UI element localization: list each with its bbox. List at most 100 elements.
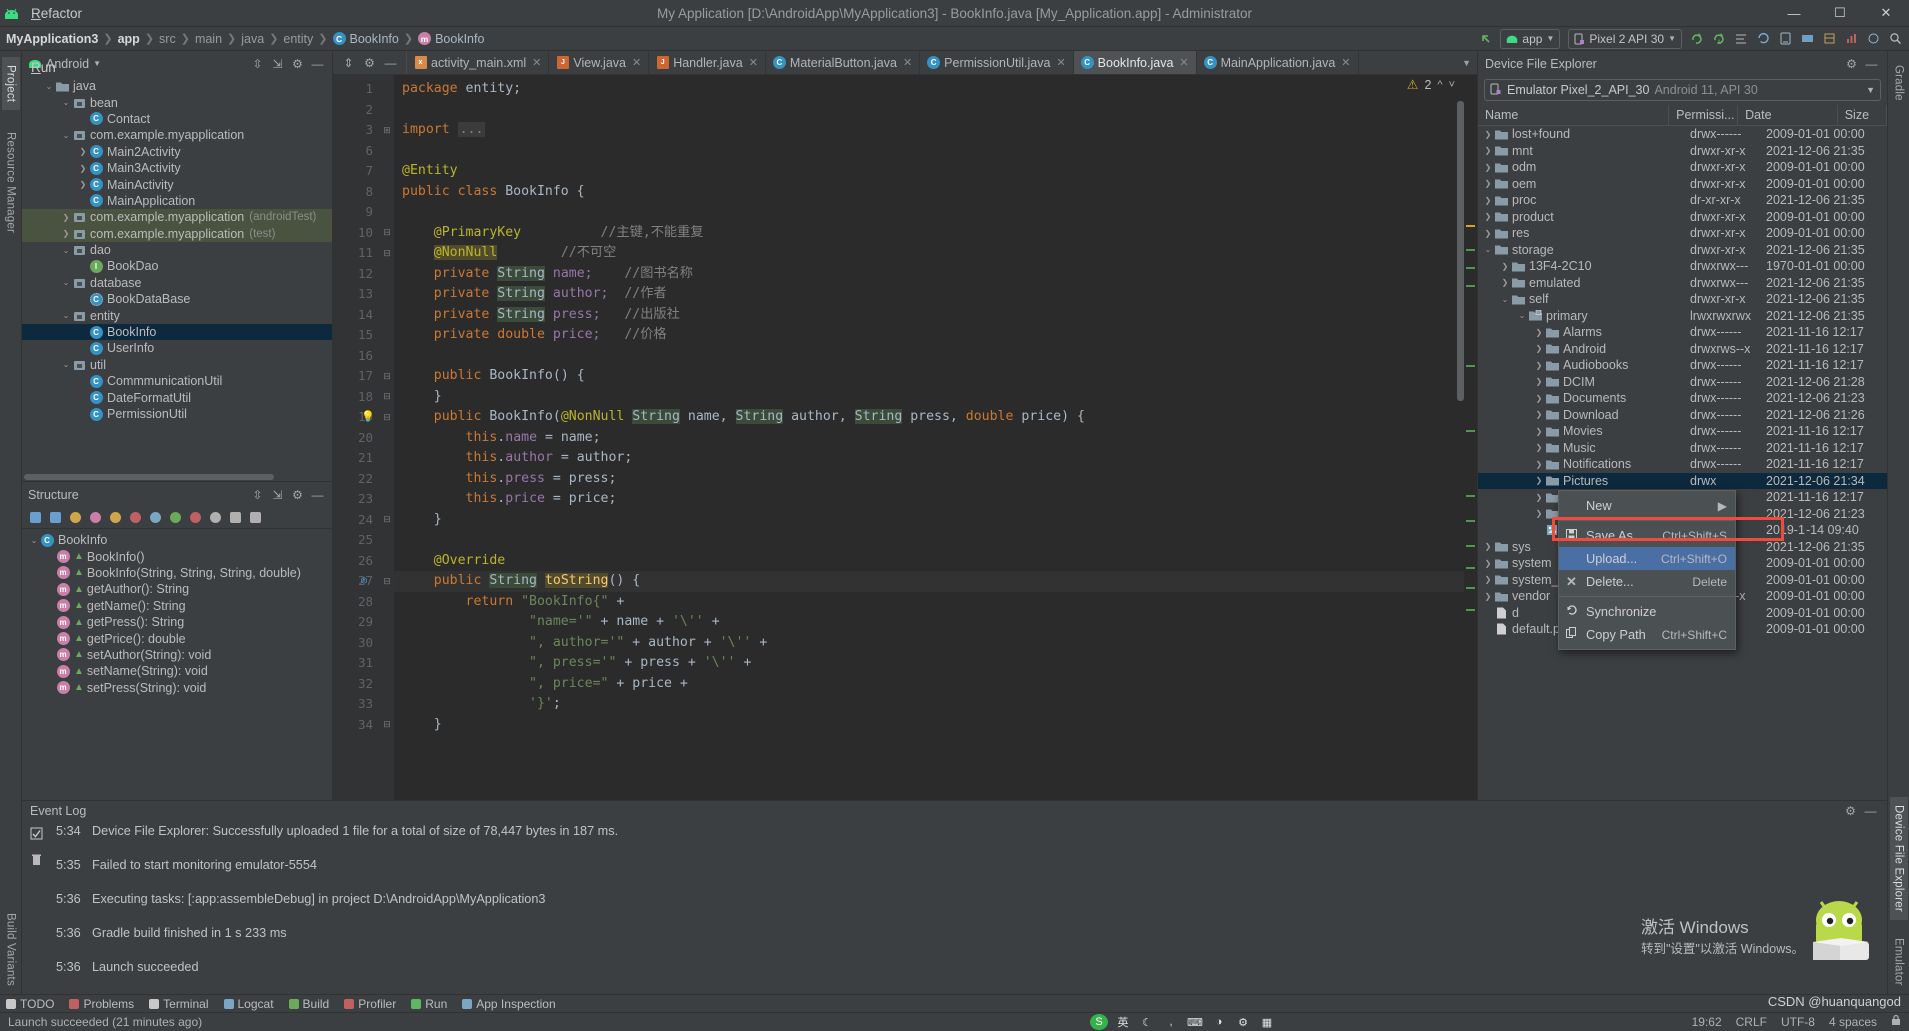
structure-item-setname-string-void[interactable]: m ▲ setName(String): void <box>22 663 332 679</box>
debug-icon[interactable]: A <box>1709 29 1729 49</box>
next-problem-icon[interactable]: ˅ <box>1449 79 1455 91</box>
project-tree-item-database[interactable]: ⌄ database <box>22 275 332 291</box>
dfe-row-product[interactable]: ❯ product drwxr-xr-x 2009-01-01 00:00 4 KB <box>1478 209 1887 226</box>
tree-expander-icon[interactable] <box>1533 524 1545 536</box>
tree-expander-icon[interactable]: ❯ <box>1482 178 1494 190</box>
back-arrow-icon[interactable] <box>1475 29 1495 49</box>
context-menu-item-delete-[interactable]: ✕ Delete... Delete <box>1559 570 1735 593</box>
dfe-column-name[interactable]: Name <box>1478 104 1670 126</box>
project-hscrollbar[interactable] <box>22 473 332 481</box>
fold-marker[interactable] <box>380 469 394 490</box>
hide-panel-icon[interactable]: — <box>1863 55 1880 72</box>
bottom-tool-problems[interactable]: Problems <box>69 997 134 1011</box>
dfe-row-proc[interactable]: ❯ proc dr-xr-xr-x 2021-12-06 21:35 0 B <box>1478 192 1887 209</box>
dfe-row-notifications[interactable]: ❯ Notifications drwx------ 2021-11-16 12:17… <box>1478 456 1887 473</box>
hide-panel-icon[interactable]: — <box>382 54 399 71</box>
tool-tab-resource-manager[interactable]: Resource Manager <box>2 124 20 241</box>
ime-comma-icon[interactable]: , <box>1162 1014 1180 1030</box>
tool-tab-project[interactable]: Project <box>1 57 20 111</box>
search-icon[interactable] <box>1885 29 1905 49</box>
dfe-row-emulated[interactable]: ❯ emulated drwxrwx--- 2021-12-06 21:35 4 KB <box>1478 275 1887 292</box>
show-properties-icon[interactable] <box>86 509 104 527</box>
change-marker[interactable] <box>1466 520 1475 522</box>
structure-toolbar[interactable] <box>22 507 332 529</box>
structure-item-getpress-string[interactable]: m ▲ getPress(): String <box>22 614 332 630</box>
tree-expander-icon[interactable] <box>44 583 56 595</box>
sort-tabs-icon[interactable]: ⇕ <box>340 54 357 71</box>
tab-overflow-chevron-icon[interactable]: ▼ <box>1456 51 1477 74</box>
breadcrumb-item-java[interactable]: java <box>241 32 264 46</box>
fold-marker[interactable] <box>380 264 394 285</box>
change-marker[interactable] <box>1466 365 1475 367</box>
change-marker[interactable] <box>1466 430 1475 432</box>
tree-expander-icon[interactable]: ❯ <box>1482 128 1494 140</box>
fold-marker[interactable] <box>380 346 394 367</box>
status-bar-right[interactable]: 19:62 CRLF UTF-8 4 spaces <box>1692 1014 1901 1029</box>
tree-expander-icon[interactable]: ❯ <box>1482 557 1494 569</box>
close-button[interactable]: ✕ <box>1863 0 1909 27</box>
sync-project-icon[interactable] <box>1753 29 1773 49</box>
fold-marker[interactable]: ⊟ <box>380 366 394 387</box>
structure-item-getauthor-string[interactable]: m ▲ getAuthor(): String <box>22 581 332 597</box>
dfe-row-alarms[interactable]: ❯ Alarms drwx------ 2021-11-16 12:17 4 KB <box>1478 324 1887 341</box>
editor-tab-mainapplication-java[interactable]: C MainApplication.java ✕ <box>1197 51 1359 74</box>
tree-expander-icon[interactable]: ⌄ <box>28 534 40 546</box>
fold-marker[interactable]: ⊟ <box>380 715 394 736</box>
code-line[interactable]: public BookInfo(@NonNull String name, St… <box>394 407 1464 428</box>
fold-marker[interactable] <box>380 694 394 715</box>
tree-expander-icon[interactable] <box>77 326 89 338</box>
tree-expander-icon[interactable]: ❯ <box>1533 508 1545 520</box>
breadcrumb-item-bookinfo[interactable]: C BookInfo <box>332 32 399 46</box>
project-tree-item-dateformatutil[interactable]: C DateFormatUtil <box>22 389 332 405</box>
tree-expander-icon[interactable] <box>77 342 89 354</box>
window-controls[interactable]: — ☐ ✕ <box>1771 0 1909 27</box>
fold-marker[interactable]: ⊟ <box>380 571 394 592</box>
tree-expander-icon[interactable] <box>77 113 89 125</box>
bottom-tool-logcat[interactable]: Logcat <box>223 997 274 1011</box>
project-tree-item-bookdao[interactable]: I BookDao <box>22 258 332 274</box>
project-tree-item-bookdatabase[interactable]: C BookDataBase <box>22 291 332 307</box>
code-line[interactable]: } <box>394 510 1464 531</box>
editor-tab-bookinfo-java[interactable]: C BookInfo.java ✕ <box>1073 51 1197 74</box>
tree-expander-icon[interactable]: ⌄ <box>1516 310 1528 322</box>
fold-marker[interactable] <box>380 592 394 613</box>
code-line[interactable]: ", author='" + author + '\'' + <box>394 633 1464 654</box>
fold-marker[interactable] <box>380 653 394 674</box>
code-line[interactable]: '}'; <box>394 694 1464 715</box>
ime-gear-icon[interactable]: ⚙ <box>1234 1014 1252 1030</box>
fold-marker[interactable] <box>380 305 394 326</box>
structure-item-bookinfo[interactable]: ⌄ C BookInfo <box>22 532 332 548</box>
project-tree-item-com-example-myapplication[interactable]: ⌄ com.example.myapplication <box>22 127 332 143</box>
chevron-down-icon[interactable]: ▼ <box>93 59 101 68</box>
tree-expander-icon[interactable] <box>77 195 89 207</box>
fold-marker[interactable] <box>380 530 394 551</box>
structure-item-getname-string[interactable]: m ▲ getName(): String <box>22 598 332 614</box>
breadcrumb-item-myapplication3[interactable]: MyApplication3 <box>6 32 98 46</box>
fold-marker[interactable] <box>380 100 394 121</box>
tree-expander-icon[interactable] <box>44 633 56 645</box>
tree-expander-icon[interactable]: ❯ <box>1482 541 1494 553</box>
tree-expander-icon[interactable]: ❯ <box>1533 475 1545 487</box>
structure-item-setauthor-string-void[interactable]: m ▲ setAuthor(String): void <box>22 647 332 663</box>
dfe-column-size[interactable]: Size <box>1838 104 1887 126</box>
right-tool-strip[interactable]: Gradle Device File Explorer Emulator <box>1887 51 1909 994</box>
tree-expander-icon[interactable]: ❯ <box>1499 260 1511 272</box>
line-separator[interactable]: CRLF <box>1736 1015 1767 1029</box>
project-tree-item-util[interactable]: ⌄ util <box>22 357 332 373</box>
tree-expander-icon[interactable] <box>44 567 56 579</box>
bottom-tool-terminal[interactable]: Terminal <box>149 997 209 1011</box>
tree-expander-icon[interactable]: ❯ <box>1482 574 1494 586</box>
tree-expander-icon[interactable]: ⌄ <box>60 244 72 256</box>
breadcrumb-item-app[interactable]: app <box>118 32 140 46</box>
expand-all-icon[interactable]: ⇳ <box>249 55 266 72</box>
change-marker[interactable] <box>1466 545 1475 547</box>
fold-marker[interactable]: ⊟ <box>380 243 394 264</box>
prev-problem-icon[interactable]: ^ <box>1437 79 1442 91</box>
context-menu-item-copy-path[interactable]: Copy Path Ctrl+Shift+C <box>1559 623 1735 646</box>
code-line[interactable]: } <box>394 715 1464 736</box>
editor-tab-tools[interactable]: ⇕ ⚙ — <box>333 51 407 74</box>
change-marker[interactable] <box>1466 285 1475 287</box>
settings-gear-icon[interactable]: ⚙ <box>289 55 306 72</box>
hide-panel-icon[interactable]: — <box>309 55 326 72</box>
fold-marker[interactable] <box>380 284 394 305</box>
